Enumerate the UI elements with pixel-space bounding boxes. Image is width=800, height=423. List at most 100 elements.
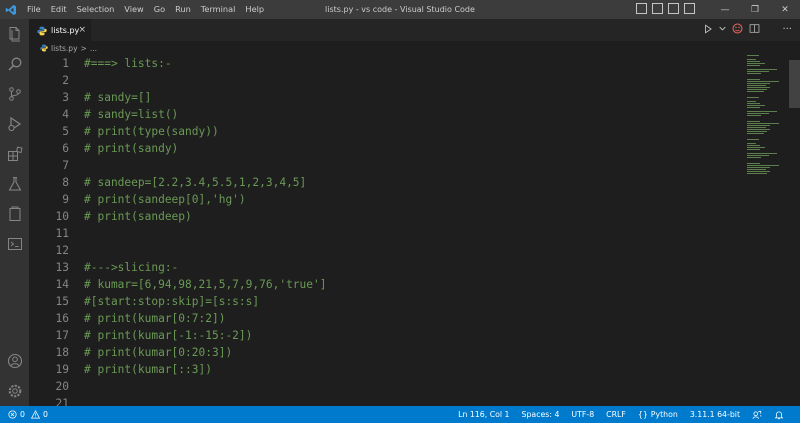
line-number: 12 (55, 244, 69, 257)
split-editor-icon[interactable] (749, 23, 760, 37)
encoding[interactable]: UTF-8 (565, 410, 600, 419)
extensions-icon[interactable] (5, 144, 24, 163)
code-line[interactable]: 15 #[start:stop:skip]=[s:s:s] (29, 293, 729, 310)
code-comment[interactable]: # print(kumar[-1:-15:-2]) (84, 327, 252, 344)
code-editor[interactable]: 1 #===> lists:- 2 3 # sandy=[] 4 # sandy=list(… (29, 55, 800, 406)
notifications-bell-icon[interactable] (768, 410, 790, 420)
code-comment[interactable]: # print(sandy) (84, 140, 178, 157)
end-of-line[interactable]: CRLF (600, 410, 632, 419)
remote-explorer-icon[interactable] (5, 204, 24, 223)
tab-close-icon[interactable]: × (78, 25, 86, 35)
toggle-secondary-sidebar-icon[interactable] (668, 3, 679, 14)
source-control-icon[interactable] (5, 84, 24, 103)
minimap-line (747, 79, 760, 80)
terminal-icon[interactable] (5, 234, 24, 253)
run-dropdown-chevron-icon[interactable] (719, 25, 726, 35)
code-line[interactable]: 5 # print(type(sandy)) (29, 123, 729, 140)
code-comment[interactable]: # print(type(sandy)) (84, 123, 219, 140)
minimap-line (747, 65, 760, 66)
minimap-line (747, 127, 766, 128)
minimap-line (747, 105, 765, 106)
vscode-logo-icon[interactable] (0, 0, 22, 19)
code-line[interactable]: 7 (29, 157, 729, 174)
code-comment[interactable]: # kumar=[6,94,98,21,5,7,9,76,'true'] (84, 276, 326, 293)
code-line[interactable]: 16 # print(kumar[0:7:2]) (29, 310, 729, 327)
menu-bar: File Edit Selection View Go Run Terminal… (22, 0, 269, 19)
indentation[interactable]: Spaces: 4 (516, 410, 566, 419)
code-comment[interactable]: #--->slicing:- (84, 259, 178, 276)
menu-edit[interactable]: Edit (46, 0, 72, 19)
code-line[interactable]: 21 (29, 395, 729, 406)
explorer-icon[interactable] (5, 24, 24, 43)
cursor-position[interactable]: Ln 116, Col 1 (452, 410, 515, 419)
feedback-icon[interactable] (746, 410, 768, 420)
vertical-scrollbar-thumb[interactable] (789, 60, 800, 108)
breadcrumb-more[interactable]: ... (90, 44, 97, 53)
more-actions-icon[interactable]: ··· (782, 19, 792, 41)
code-comment[interactable]: # print(sandeep) (84, 208, 192, 225)
minimap-line (747, 55, 759, 56)
code-line[interactable]: 14 # kumar=[6,94,98,21,5,7,9,76,'true'] (29, 276, 729, 293)
code-comment[interactable]: # print(kumar[0:7:2]) (84, 310, 225, 327)
testing-icon[interactable] (5, 174, 24, 193)
menu-terminal[interactable]: Terminal (196, 0, 241, 19)
breadcrumb-file[interactable]: lists.py (51, 44, 78, 53)
code-line[interactable]: 3 # sandy=[] (29, 89, 729, 106)
code-line[interactable]: 6 # print(sandy) (29, 140, 729, 157)
code-line[interactable]: 19 # print(kumar[::3]) (29, 361, 729, 378)
code-line[interactable]: 12 (29, 242, 729, 259)
account-icon[interactable] (5, 351, 24, 370)
code-comment[interactable]: #===> lists:- (84, 55, 172, 72)
close-window-icon[interactable]: ✕ (770, 0, 800, 19)
code-comment[interactable]: # print(kumar[::3]) (84, 361, 212, 378)
extension-face-icon[interactable] (732, 23, 743, 37)
toggle-panel-icon[interactable] (652, 3, 663, 14)
code-line[interactable]: 18 # print(kumar[0:20:3]) (29, 344, 729, 361)
code-line[interactable]: 1 #===> lists:- (29, 55, 729, 72)
code-comment[interactable]: #[start:stop:skip]=[s:s:s] (84, 293, 259, 310)
settings-gear-icon[interactable] (5, 381, 24, 400)
error-count: 0 (20, 410, 25, 419)
code-line[interactable]: 9 # print(sandeep[0],'hg') (29, 191, 729, 208)
code-line[interactable]: 8 # sandeep=[2.2,3.4,5.5,1,2,3,4,5] (29, 174, 729, 191)
minimap[interactable] (745, 55, 787, 175)
minimap-line (747, 69, 777, 70)
minimap-line (747, 171, 770, 172)
status-problems[interactable]: 0 0 (8, 406, 48, 423)
minimize-icon[interactable]: — (710, 0, 740, 19)
customize-layout-icon[interactable] (684, 3, 695, 14)
status-right-group: Ln 116, Col 1 Spaces: 4 UTF-8 CRLF {} Py… (452, 406, 790, 423)
menu-go[interactable]: Go (149, 0, 170, 19)
menu-help[interactable]: Help (240, 0, 269, 19)
code-line[interactable]: 4 # sandy=list() (29, 106, 729, 123)
language-mode[interactable]: {} Python (632, 410, 684, 419)
minimap-line (747, 59, 756, 60)
run-debug-icon[interactable] (5, 114, 24, 133)
menu-selection[interactable]: Selection (72, 0, 120, 19)
restore-icon[interactable]: ❐ (740, 0, 770, 19)
code-comment[interactable]: # sandeep=[2.2,3.4,5.5,1,2,3,4,5] (84, 174, 306, 191)
code-comment[interactable]: # print(sandeep[0],'hg') (84, 191, 246, 208)
code-line[interactable]: 13 #--->slicing:- (29, 259, 729, 276)
menu-view[interactable]: View (119, 0, 148, 19)
code-comment[interactable]: # sandy=list() (84, 106, 178, 123)
code-comment[interactable]: # print(kumar[0:20:3]) (84, 344, 232, 361)
breadcrumb-python-icon (40, 44, 48, 52)
menu-file[interactable]: File (22, 0, 46, 19)
code-line[interactable]: 11 (29, 225, 729, 242)
toggle-primary-sidebar-icon[interactable] (636, 3, 647, 14)
code-comment[interactable]: # sandy=[] (84, 89, 151, 106)
tab-lists-py[interactable]: lists.py × (29, 19, 91, 41)
line-number: 18 (55, 346, 69, 359)
minimap-line (747, 81, 780, 82)
code-line[interactable]: 20 (29, 378, 729, 395)
python-interpreter[interactable]: 3.11.1 64-bit (684, 410, 746, 419)
code-line[interactable]: 10 # print(sandeep) (29, 208, 729, 225)
search-icon[interactable] (5, 54, 24, 73)
run-python-file-icon[interactable] (703, 23, 713, 37)
menu-run[interactable]: Run (170, 0, 196, 19)
layout-controls (636, 3, 695, 14)
code-line[interactable]: 17 # print(kumar[-1:-15:-2]) (29, 327, 729, 344)
code-line[interactable]: 2 (29, 72, 729, 89)
minimap-line (747, 97, 759, 98)
